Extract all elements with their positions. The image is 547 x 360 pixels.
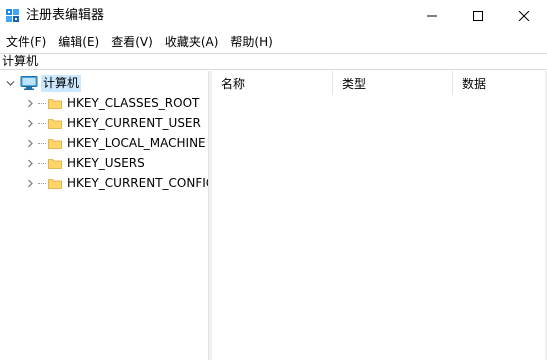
tree-node-computer[interactable]: 计算机 [4, 73, 82, 93]
folder-icon [48, 118, 62, 129]
menu-help[interactable]: 帮助(H) [224, 32, 278, 52]
maximize-button[interactable] [455, 0, 501, 32]
tree-connector [38, 162, 46, 164]
minimize-button[interactable] [409, 0, 455, 32]
list-header: 名称 类型 数据 [212, 71, 547, 95]
tree-node-label: HKEY_CLASSES_ROOT [67, 95, 200, 110]
column-header-name[interactable]: 名称 [212, 71, 333, 95]
tree-node-label: HKEY_CURRENT_USER [67, 115, 201, 130]
window-title: 注册表编辑器 [26, 8, 105, 23]
expand-chevron-icon[interactable] [24, 177, 36, 189]
menu-file[interactable]: 文件(F) [0, 32, 52, 52]
folder-icon [48, 98, 62, 109]
folder-icon [48, 138, 62, 149]
address-path: 计算机 [2, 54, 39, 68]
tree-node-label: HKEY_LOCAL_MACHINE [67, 135, 206, 150]
expand-chevron-icon[interactable] [24, 117, 36, 129]
tree-node-hkey-local-machine[interactable]: HKEY_LOCAL_MACHINE [24, 133, 206, 153]
column-header-type[interactable]: 类型 [333, 71, 453, 95]
values-list-pane[interactable]: 名称 类型 数据 [212, 71, 547, 360]
menu-bar: 文件(F) 编辑(E) 查看(V) 收藏夹(A) 帮助(H) [0, 32, 547, 52]
address-bar[interactable]: 计算机 [0, 53, 547, 70]
expand-chevron-icon[interactable] [24, 137, 36, 149]
tree-node-hkey-current-user[interactable]: HKEY_CURRENT_USER [24, 113, 201, 133]
minimize-icon [427, 15, 437, 17]
tree-node-hkey-classes-root[interactable]: HKEY_CLASSES_ROOT [24, 93, 199, 113]
collapse-chevron-icon[interactable] [4, 77, 16, 89]
registry-editor-app-icon [6, 9, 19, 22]
title-bar[interactable]: 注册表编辑器 [0, 0, 547, 32]
tree-node-label: HKEY_USERS [67, 155, 145, 170]
maximize-icon [473, 11, 483, 21]
column-header-label: 类型 [342, 76, 367, 91]
tree-connector [38, 142, 46, 144]
key-tree-pane[interactable]: 计算机 HKEY_CLASSES_ROOT HKEY_CURRENT_USER [0, 71, 208, 360]
column-header-label: 名称 [221, 76, 246, 91]
folder-icon [48, 178, 62, 189]
registry-editor-window: 注册表编辑器 文件(F) 编辑(E) 查看(V) 收藏夹(A) 帮助(H) 计算… [0, 0, 547, 360]
close-icon [519, 11, 529, 21]
tree-node-hkey-current-config[interactable]: HKEY_CURRENT_CONFIG [24, 173, 208, 193]
column-header-data[interactable]: 数据 [453, 71, 547, 95]
tree-node-hkey-users[interactable]: HKEY_USERS [24, 153, 145, 173]
tree-connector [38, 182, 46, 184]
expand-chevron-icon[interactable] [24, 97, 36, 109]
menu-favorites[interactable]: 收藏夹(A) [159, 32, 225, 52]
menu-view[interactable]: 查看(V) [105, 32, 159, 52]
folder-icon [48, 158, 62, 169]
computer-icon [20, 76, 38, 90]
menu-edit[interactable]: 编辑(E) [52, 32, 105, 52]
expand-chevron-icon[interactable] [24, 157, 36, 169]
tree-node-label: HKEY_CURRENT_CONFIG [67, 175, 208, 190]
tree-node-label: 计算机 [41, 74, 82, 92]
column-header-label: 数据 [462, 76, 487, 91]
tree-connector [38, 122, 46, 124]
close-button[interactable] [501, 0, 547, 32]
tree-connector [38, 102, 46, 104]
